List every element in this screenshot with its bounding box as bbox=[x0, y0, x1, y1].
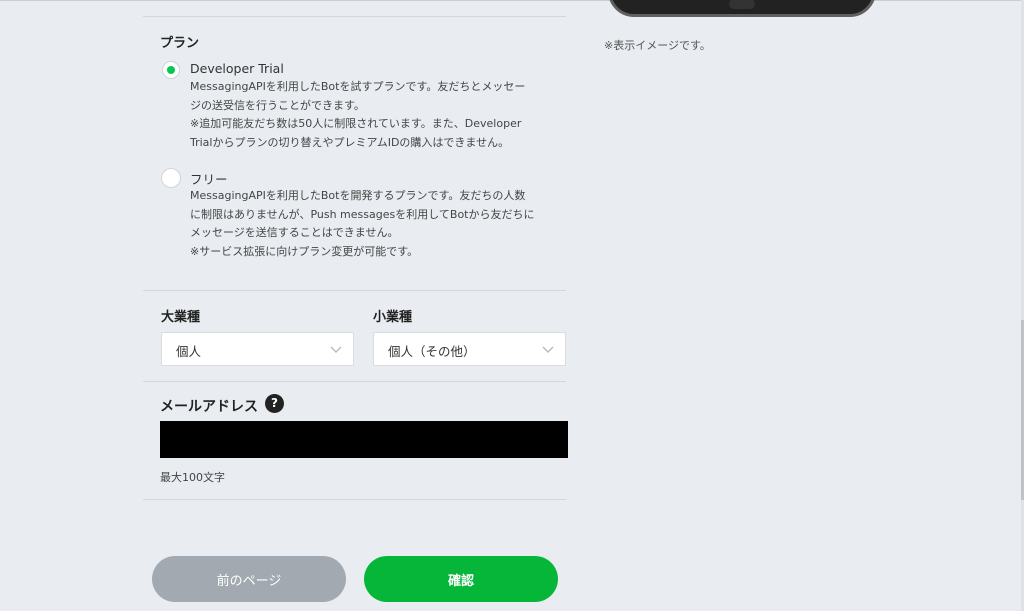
desc-line: ※追加可能友だち数は50人に制限されています。また、Developer bbox=[190, 117, 522, 130]
major-industry-select[interactable]: 個人 bbox=[161, 332, 354, 366]
minor-industry-select[interactable]: 個人（その他） bbox=[373, 332, 566, 366]
radio-selected-dot bbox=[167, 66, 175, 74]
option-label-developer-trial[interactable]: Developer Trial bbox=[190, 61, 284, 76]
desc-line: ※サービス拡張に向けプラン変更が可能です。 bbox=[190, 244, 419, 258]
option-desc-developer-trial: MessagingAPIを利用したBotを試すプランです。友だちとメッセー ジの… bbox=[190, 78, 570, 152]
minor-industry-label: 小業種 bbox=[373, 310, 413, 325]
email-hint: 最大100文字 bbox=[160, 471, 225, 484]
email-field[interactable] bbox=[160, 421, 568, 458]
desc-line: Trialからプランの切り替えやプレミアムIDの購入はできません。 bbox=[190, 135, 510, 149]
option-desc-free: MessagingAPIを利用したBotを開発するプランです。友だちの人数 に制… bbox=[190, 187, 570, 261]
section-divider bbox=[143, 16, 566, 17]
desc-line: MessagingAPIを利用したBotを試すプランです。友だちとメッセー bbox=[190, 80, 526, 93]
section-divider bbox=[143, 499, 566, 500]
desc-line: MessagingAPIを利用したBotを開発するプランです。友だちの人数 bbox=[190, 189, 526, 202]
confirm-button[interactable]: 確認 bbox=[364, 556, 558, 602]
phone-button bbox=[729, 0, 755, 9]
desc-line: ジの送受信を行うことができます。 bbox=[190, 98, 365, 112]
chevron-down-icon bbox=[542, 346, 554, 353]
previous-page-button[interactable]: 前のページ bbox=[152, 556, 346, 602]
radio-developer-trial[interactable] bbox=[162, 61, 180, 79]
chevron-down-icon bbox=[330, 346, 342, 353]
minor-industry-value: 個人（その他） bbox=[388, 344, 476, 359]
help-icon[interactable]: ? bbox=[265, 394, 284, 413]
preview-note: ※表示イメージです。 bbox=[604, 39, 711, 52]
major-industry-value: 個人 bbox=[176, 344, 202, 359]
option-label-free[interactable]: フリー bbox=[190, 169, 228, 188]
desc-line: メッセージを送信することはできません。 bbox=[190, 226, 399, 239]
plan-title: プラン bbox=[160, 36, 200, 51]
desc-line: に制限はありませんが、Push messagesを利用してBotから友だちに bbox=[190, 207, 535, 221]
major-industry-label: 大業種 bbox=[161, 310, 201, 325]
section-divider bbox=[143, 381, 566, 382]
section-divider bbox=[143, 290, 566, 291]
radio-free[interactable] bbox=[161, 168, 181, 188]
email-label: メールアドレス bbox=[160, 399, 258, 415]
phone-preview bbox=[608, 0, 876, 17]
